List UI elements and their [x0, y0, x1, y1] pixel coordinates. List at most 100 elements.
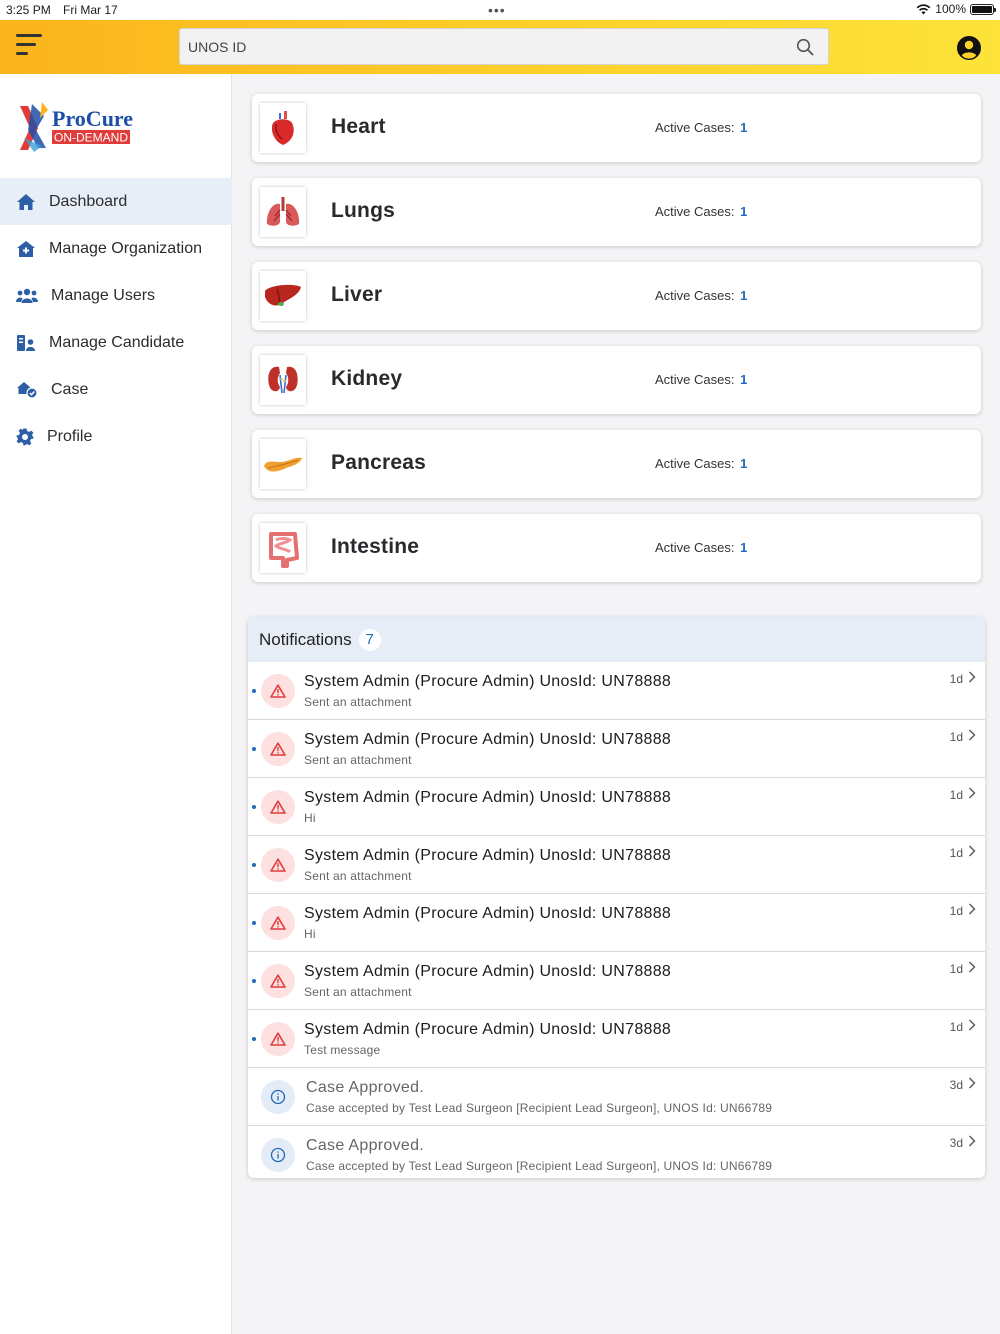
sidebar-item-label: Manage Organization — [49, 239, 202, 257]
organ-name: Pancreas — [331, 451, 427, 474]
notification-title: System Admin (Procure Admin) UnosId: UN7… — [304, 731, 672, 748]
intestine-organ-icon — [260, 523, 306, 573]
notification-item[interactable]: System Admin (Procure Admin) UnosId: UN7… — [248, 662, 985, 720]
app-header — [0, 20, 1000, 74]
notification-item[interactable]: System Admin (Procure Admin) UnosId: UN7… — [248, 720, 985, 778]
organ-name: Liver — [331, 283, 383, 306]
active-cases-count: 1 — [740, 120, 748, 135]
account-circle-icon[interactable] — [956, 35, 982, 61]
status-date: Fri Mar 17 — [63, 3, 118, 17]
battery-icon — [970, 3, 996, 15]
warning-icon — [261, 848, 295, 882]
logo-brand-top: ProCure — [52, 106, 133, 131]
notification-time: 1d — [949, 730, 963, 744]
notification-time: 3d — [949, 1078, 963, 1092]
notification-item[interactable]: System Admin (Procure Admin) UnosId: UN7… — [248, 836, 985, 894]
organ-name: Lungs — [331, 199, 395, 222]
liver-organ-icon — [260, 271, 306, 321]
chevron-right-icon — [969, 903, 976, 915]
active-cases: Active Cases: 1 — [655, 372, 748, 387]
notifications-panel: Notifications 7 System Admin (Procure Ad… — [248, 617, 985, 1178]
notification-subtitle: Sent an attachment — [304, 753, 412, 767]
active-cases-count: 1 — [740, 204, 748, 219]
organization-icon — [16, 239, 36, 259]
notification-time: 1d — [949, 788, 963, 802]
chevron-right-icon — [969, 1077, 976, 1089]
organ-card-kidney[interactable]: Kidney Active Cases: 1 — [252, 346, 981, 414]
warning-icon — [261, 964, 295, 998]
warning-icon — [261, 1022, 295, 1056]
case-icon — [16, 380, 38, 400]
sidebar-item-case[interactable]: Case — [0, 366, 232, 413]
notification-item[interactable]: System Admin (Procure Admin) UnosId: UN7… — [248, 778, 985, 836]
pancreas-organ-icon — [260, 439, 306, 489]
unread-dot — [252, 747, 256, 751]
notifications-count-badge: 7 — [358, 628, 381, 651]
active-cases-count: 1 — [740, 288, 748, 303]
active-cases: Active Cases: 1 — [655, 288, 748, 303]
unread-dot — [252, 921, 256, 925]
organ-cards: Heart Active Cases: 1 Lungs Active Cases… — [252, 94, 981, 598]
notification-subtitle: Case accepted by Test Lead Surgeon [Reci… — [306, 1159, 773, 1173]
status-time: 3:25 PM — [6, 3, 51, 17]
notification-subtitle: Sent an attachment — [304, 869, 412, 883]
logo-brand-bottom: ON-DEMAND — [54, 131, 128, 145]
notification-item[interactable]: System Admin (Procure Admin) UnosId: UN7… — [248, 952, 985, 1010]
chevron-right-icon — [969, 961, 976, 973]
notification-title: Case Approved. — [306, 1079, 425, 1096]
active-cases: Active Cases: 1 — [655, 120, 748, 135]
sidebar-nav: Dashboard Manage Organization Manage Use… — [0, 178, 232, 460]
notification-time: 1d — [949, 1020, 963, 1034]
warning-icon — [261, 790, 295, 824]
active-cases: Active Cases: 1 — [655, 204, 748, 219]
notifications-header: Notifications 7 — [248, 617, 985, 662]
unread-dot — [252, 1037, 256, 1041]
notification-title: Case Approved. — [306, 1137, 425, 1154]
chevron-right-icon — [969, 845, 976, 857]
info-icon — [261, 1138, 295, 1172]
chevron-right-icon — [969, 787, 976, 799]
search-input[interactable] — [180, 29, 828, 64]
status-bar: 3:25 PM Fri Mar 17 ••• 100% — [0, 0, 1000, 20]
organ-name: Kidney — [331, 367, 403, 390]
chevron-right-icon — [969, 729, 976, 741]
organ-card-intestine[interactable]: Intestine Active Cases: 1 — [252, 514, 981, 582]
notification-item[interactable]: Case Approved. Case accepted by Test Lea… — [248, 1126, 985, 1178]
organ-card-heart[interactable]: Heart Active Cases: 1 — [252, 94, 981, 162]
chevron-right-icon — [969, 671, 976, 683]
info-icon — [261, 1080, 295, 1114]
sidebar-item-manage-users[interactable]: Manage Users — [0, 272, 232, 319]
organ-card-lungs[interactable]: Lungs Active Cases: 1 — [252, 178, 981, 246]
unread-dot — [252, 863, 256, 867]
candidate-icon — [16, 333, 36, 353]
notification-time: 1d — [949, 904, 963, 918]
sidebar-item-profile[interactable]: Profile — [0, 413, 232, 460]
active-cases-count: 1 — [740, 540, 748, 555]
notification-time: 3d — [949, 1136, 963, 1150]
notification-title: System Admin (Procure Admin) UnosId: UN7… — [304, 789, 672, 806]
notification-subtitle: Hi — [304, 927, 316, 941]
hamburger-menu-icon[interactable] — [16, 34, 44, 58]
home-icon — [16, 192, 36, 212]
search-bar[interactable] — [179, 28, 829, 65]
notification-item[interactable]: System Admin (Procure Admin) UnosId: UN7… — [248, 1010, 985, 1068]
sidebar-item-dashboard[interactable]: Dashboard — [0, 178, 232, 225]
unread-dot — [252, 689, 256, 693]
warning-icon — [261, 674, 295, 708]
notification-subtitle: Sent an attachment — [304, 985, 412, 999]
sidebar-item-manage-candidate[interactable]: Manage Candidate — [0, 319, 232, 366]
organ-card-pancreas[interactable]: Pancreas Active Cases: 1 — [252, 430, 981, 498]
procure-logo: ProCure ON-DEMAND — [16, 100, 136, 156]
notifications-list: System Admin (Procure Admin) UnosId: UN7… — [248, 662, 985, 1178]
users-icon — [16, 286, 38, 306]
sidebar-item-manage-organization[interactable]: Manage Organization — [0, 225, 232, 272]
notification-subtitle: Sent an attachment — [304, 695, 412, 709]
multitasking-dots-icon[interactable]: ••• — [488, 2, 506, 18]
organ-card-liver[interactable]: Liver Active Cases: 1 — [252, 262, 981, 330]
notification-time: 1d — [949, 672, 963, 686]
notification-item[interactable]: System Admin (Procure Admin) UnosId: UN7… — [248, 894, 985, 952]
search-icon[interactable] — [796, 38, 814, 56]
notifications-title: Notifications — [259, 629, 352, 649]
notification-item[interactable]: Case Approved. Case accepted by Test Lea… — [248, 1068, 985, 1126]
organ-name: Heart — [331, 115, 386, 138]
